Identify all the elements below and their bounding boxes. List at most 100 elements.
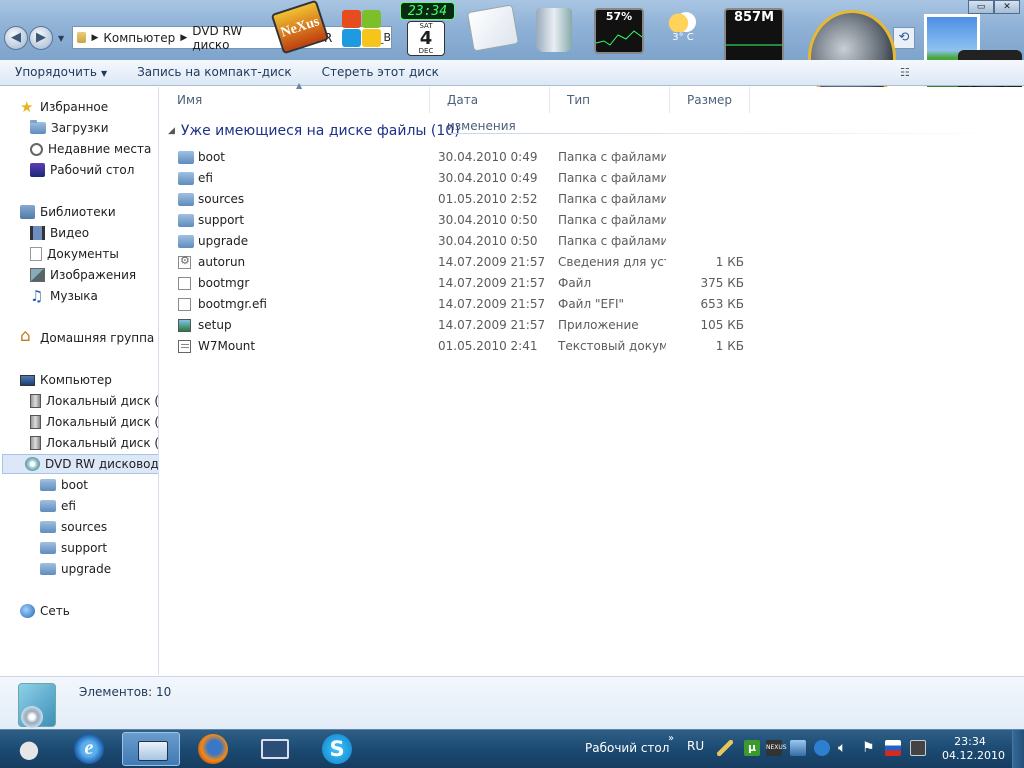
nav-drive-d[interactable]: Локальный диск (D (30, 412, 159, 432)
nav-subfolder-boot[interactable]: boot (40, 475, 88, 495)
file-row[interactable]: bootmgr.efi 14.07.2009 21:57 Файл "EFI" … (160, 294, 1024, 315)
russian-flag-icon[interactable] (885, 740, 901, 756)
utorrent-tray-icon[interactable]: µ (744, 740, 760, 756)
breadcrumb-dvd-drive[interactable]: DVD RW диско (192, 24, 253, 52)
nav-drive-c[interactable]: Локальный диск (C (30, 391, 158, 411)
show-desktop-button[interactable] (1012, 730, 1024, 768)
file-name: bootmgr.efi (198, 297, 267, 311)
desktop-toolbar-label[interactable]: Рабочий стол (585, 741, 669, 755)
nav-libraries[interactable]: Библиотеки (20, 202, 116, 222)
column-header-name[interactable]: Имя (160, 87, 430, 113)
nav-network[interactable]: Сеть (20, 601, 70, 621)
nav-downloads[interactable]: Загрузки (30, 118, 109, 138)
breadcrumb-separator-icon[interactable]: ▶ (180, 33, 187, 43)
nav-recent-places[interactable]: Недавние места (30, 139, 151, 159)
nav-images[interactable]: Изображения (30, 265, 136, 285)
nav-subfolder-upgrade[interactable]: upgrade (40, 559, 111, 579)
erase-disc-button[interactable]: Стереть этот диск (307, 60, 454, 86)
language-indicator[interactable]: RU (687, 739, 704, 753)
nexus-tray-icon[interactable]: NEXUS (766, 740, 787, 756)
computer-icon (20, 374, 35, 386)
explorer-taskbar-button[interactable] (122, 732, 180, 766)
burn-to-disc-button[interactable]: Запись на компакт-диск (122, 60, 307, 86)
network-tray-icon[interactable] (790, 740, 806, 756)
calendar-gadget: SAT 4 DEC (407, 21, 445, 56)
nav-documents[interactable]: Документы (30, 244, 119, 264)
file-row[interactable]: upgrade 30.04.2010 0:50 Папка с файлами (160, 231, 1024, 252)
file-type: Текстовый докум... (558, 339, 666, 353)
address-folder-icon (77, 32, 87, 43)
nav-subfolder-efi[interactable]: efi (40, 496, 76, 516)
nav-desktop[interactable]: Рабочий стол (30, 160, 134, 180)
mail-icon[interactable] (466, 4, 520, 52)
dvd-drive-icon (18, 683, 56, 728)
nav-favorites[interactable]: Избранное (20, 97, 108, 117)
action-center-flag-icon[interactable]: ⚑ (862, 740, 878, 756)
nav-video[interactable]: Видео (30, 223, 89, 243)
file-row[interactable]: efi 30.04.2010 0:49 Папка с файлами (160, 168, 1024, 189)
toolbar-expand-icon[interactable]: » (668, 733, 674, 744)
file-row[interactable]: sources 01.05.2010 2:52 Папка с файлами (160, 189, 1024, 210)
organize-button[interactable]: Упорядочить ▼ (0, 60, 122, 86)
desktop-icon (30, 163, 45, 177)
close-button[interactable]: ✕ (994, 0, 1020, 14)
group-title: Уже имеющиеся на диске файлы (10) (180, 123, 460, 139)
forward-button[interactable]: ▶ (29, 26, 53, 50)
file-name: setup (198, 318, 232, 332)
cpu-graph (595, 30, 643, 46)
nav-label: Локальный диск (D (46, 415, 159, 429)
file-row[interactable]: setup 14.07.2009 21:57 Приложение 105 КБ (160, 315, 1024, 336)
recent-pages-dropdown-icon[interactable]: ▼ (58, 34, 68, 44)
file-row[interactable]: W7Mount 01.05.2010 2:41 Текстовый докум.… (160, 336, 1024, 357)
nav-label: Локальный диск (E: (46, 436, 159, 450)
magic-wand-tray-icon[interactable] (717, 740, 733, 756)
column-header-type[interactable]: Тип (550, 87, 670, 113)
downloads-folder-icon (30, 120, 46, 134)
recycle-bin-icon[interactable] (536, 8, 572, 52)
column-header-date[interactable]: Дата изменения (430, 87, 550, 133)
window-title-bar: ◀ ▶ ▼ ▶ Компьютер ▶ DVD RW диско GR ER_B… (0, 0, 1024, 122)
file-type: Папка с файлами (558, 234, 666, 248)
file-size: 105 КБ (700, 318, 744, 332)
nav-computer[interactable]: Компьютер (20, 370, 112, 390)
dvd-drive-icon (25, 457, 40, 471)
nav-dvd-drive[interactable]: DVD RW дисковод ( (2, 454, 158, 474)
refresh-button[interactable]: ⟲ (893, 27, 915, 49)
network-icon (20, 604, 35, 618)
file-name: autorun (198, 255, 246, 269)
file-row[interactable]: boot 30.04.2010 0:49 Папка с файлами (160, 147, 1024, 168)
nav-music[interactable]: Музыка (30, 286, 98, 306)
file-row[interactable]: support 30.04.2010 0:50 Папка с файлами (160, 210, 1024, 231)
nav-subfolder-support[interactable]: support (40, 538, 107, 558)
skype-icon[interactable]: S (322, 734, 352, 764)
group-header[interactable]: ◢ Уже имеющиеся на диске файлы (10) (168, 121, 460, 141)
breadcrumb-computer[interactable]: Компьютер (103, 31, 175, 45)
nav-homegroup[interactable]: Домашняя группа (20, 326, 154, 348)
show-desktop-icon[interactable] (261, 739, 289, 759)
file-name: bootmgr (198, 276, 250, 290)
folder-icon (40, 542, 56, 554)
collapse-triangle-icon[interactable]: ◢ (168, 126, 175, 136)
nav-subfolder-sources[interactable]: sources (40, 517, 107, 537)
clock[interactable]: 23:34 04.12.2010 (942, 735, 1005, 763)
back-button[interactable]: ◀ (4, 26, 28, 50)
change-view-icon[interactable]: ☷ (900, 66, 920, 80)
breadcrumb-separator-icon[interactable]: ▶ (91, 33, 98, 43)
internet-explorer-icon[interactable]: e (74, 734, 104, 764)
maximize-button[interactable]: ▭ (968, 0, 994, 14)
clock-date: 04.12.2010 (942, 749, 1005, 762)
start-button-apple-icon[interactable]: ● (14, 734, 44, 764)
folder-icon (40, 479, 56, 491)
monitor-tray-icon[interactable] (910, 740, 926, 756)
firefox-icon[interactable] (198, 734, 228, 764)
nav-label: Документы (47, 247, 119, 261)
column-header-size[interactable]: Размер (670, 87, 750, 113)
nav-drive-e[interactable]: Локальный диск (E: (30, 433, 159, 453)
file-row[interactable]: bootmgr 14.07.2009 21:57 Файл 375 КБ (160, 273, 1024, 294)
volume-icon[interactable]: 🔈︎ (838, 740, 854, 756)
folder-icon (178, 214, 194, 227)
text-file-icon (178, 340, 191, 353)
windows-logo-icon[interactable] (340, 8, 384, 48)
file-row[interactable]: autorun 14.07.2009 21:57 Сведения для ус… (160, 252, 1024, 273)
bluetooth-tray-icon[interactable] (814, 740, 830, 756)
